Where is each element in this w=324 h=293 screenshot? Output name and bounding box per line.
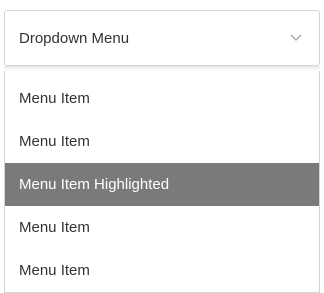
- dropdown-menu: Menu Item Menu Item Menu Item Highlighte…: [4, 71, 320, 293]
- menu-item[interactable]: Menu Item: [5, 77, 319, 120]
- menu-item-label: Menu Item: [19, 219, 90, 236]
- menu-item-label: Menu Item Highlighted: [19, 176, 170, 193]
- dropdown-toggle[interactable]: Dropdown Menu: [4, 10, 320, 66]
- menu-item-highlighted[interactable]: Menu Item Highlighted: [5, 163, 319, 206]
- chevron-down-icon: [289, 31, 303, 45]
- menu-item[interactable]: Menu Item: [5, 206, 319, 249]
- menu-item[interactable]: Menu Item: [5, 120, 319, 163]
- dropdown: Dropdown Menu Menu Item Menu Item Menu I…: [4, 10, 320, 293]
- dropdown-selected-label: Dropdown Menu: [19, 29, 130, 47]
- menu-item-label: Menu Item: [19, 262, 90, 279]
- menu-item-label: Menu Item: [19, 133, 90, 150]
- menu-item-label: Menu Item: [19, 90, 90, 107]
- menu-item[interactable]: Menu Item: [5, 249, 319, 292]
